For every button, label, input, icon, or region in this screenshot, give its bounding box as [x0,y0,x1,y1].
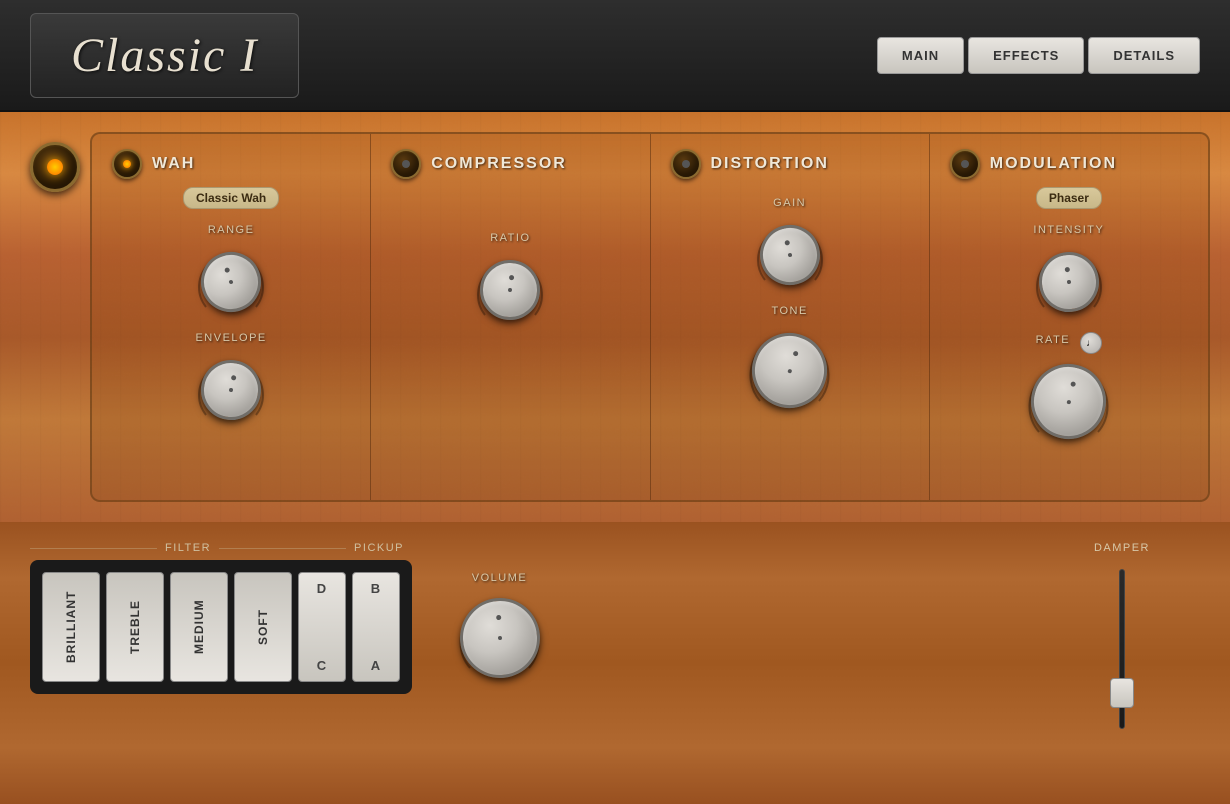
compressor-title: COMPRESSOR [431,155,567,173]
buttons-panel: BRILLIANT TREBLE MEDIUM SOFT D C B A [30,560,412,694]
modulation-intensity-knob-wrap [1029,242,1109,322]
compressor-ratio-label: RATIO [490,232,530,244]
filter-brilliant-button[interactable]: BRILLIANT [42,572,100,682]
bottom-area: FILTER PICKUP BRILLIANT TREBLE MEDIUM SO… [0,522,1230,804]
modulation-rate-label: RATE [1036,334,1071,346]
volume-section: VOLUME [452,572,547,685]
filter-left-line [30,548,157,549]
pickup-ba-button[interactable]: B A [352,572,400,682]
modulation-preset-label[interactable]: Phaser [1036,187,1102,209]
main-effects-area: WAH Classic Wah RANGE ENVELOPE [0,112,1230,522]
wah-header: WAH [112,149,350,179]
modulation-power-button[interactable] [950,149,980,179]
nav-details-button[interactable]: DETAILS [1088,37,1200,74]
nav-buttons: MAIN EFFECTS DETAILS [877,37,1200,74]
modulation-sync-icon[interactable]: ♩ [1080,332,1102,354]
filter-label-text: FILTER [157,542,219,554]
pickup-ba-bottom: A [371,658,381,673]
pickup-dc-top: D [317,581,327,596]
modulation-rate-knob-wrap [1021,354,1116,449]
wah-power-button[interactable] [112,149,142,179]
filter-pickup-section: FILTER PICKUP BRILLIANT TREBLE MEDIUM SO… [30,542,412,694]
distortion-gain-knob-wrap [750,215,830,295]
filter-medium-button[interactable]: MEDIUM [170,572,228,682]
header: Classic I MAIN EFFECTS DETAILS [0,0,1230,112]
distortion-tone-container: TONE [742,305,837,418]
wah-section: WAH Classic Wah RANGE ENVELOPE [92,134,371,500]
modulation-section: MODULATION Phaser INTENSITY RATE [930,134,1208,500]
volume-knob-wrap [452,590,547,685]
damper-thumb[interactable] [1110,678,1134,708]
pickup-label-text: PICKUP [346,542,412,554]
wah-title: WAH [152,155,195,173]
compressor-power-button[interactable] [391,149,421,179]
distortion-title: DISTORTION [711,155,829,173]
damper-section: DAMPER [1094,542,1150,729]
title-box: Classic I [30,13,299,98]
wah-preset-label[interactable]: Classic Wah [183,187,279,209]
compressor-section: COMPRESSOR RATIO [371,134,650,500]
distortion-gain-container: GAIN [750,197,830,295]
distortion-tone-label: TONE [771,305,807,317]
filter-soft-button[interactable]: SOFT [234,572,292,682]
modulation-rate-container: RATE ♩ [1021,332,1116,449]
effects-panel: WAH Classic Wah RANGE ENVELOPE [90,132,1210,502]
modulation-intensity-container: INTENSITY [1029,224,1109,322]
pickup-dc-bottom: C [317,658,327,673]
app-title: Classic I [71,29,258,82]
modulation-intensity-label: INTENSITY [1033,224,1104,236]
modulation-title: MODULATION [990,155,1117,173]
global-power-button[interactable] [30,142,80,192]
pickup-ba-top: B [371,581,381,596]
nav-effects-button[interactable]: EFFECTS [968,37,1084,74]
wah-range-container: RANGE [191,224,271,322]
distortion-power-button[interactable] [671,149,701,179]
compressor-header: COMPRESSOR [391,149,629,179]
wah-range-knob-wrap [191,242,271,322]
filter-right-line [219,548,346,549]
damper-track [1119,569,1125,729]
wah-envelope-knob-wrap [191,350,271,430]
modulation-header: MODULATION [950,149,1188,179]
wah-envelope-container: ENVELOPE [191,332,271,430]
compressor-ratio-container: RATIO [470,232,550,330]
volume-label: VOLUME [472,572,527,584]
wah-envelope-label: ENVELOPE [195,332,266,344]
distortion-header: DISTORTION [671,149,909,179]
distortion-tone-knob-wrap [742,323,837,418]
nav-main-button[interactable]: MAIN [877,37,964,74]
distortion-gain-label: GAIN [773,197,806,209]
filter-pickup-label-row: FILTER PICKUP [30,542,412,554]
pickup-dc-button[interactable]: D C [298,572,346,682]
damper-label: DAMPER [1094,542,1150,554]
global-power-container [30,142,80,192]
filter-treble-button[interactable]: TREBLE [106,572,164,682]
modulation-rate-label-row: RATE ♩ [1036,332,1103,354]
distortion-section: DISTORTION GAIN TONE [651,134,930,500]
compressor-ratio-knob-wrap [470,250,550,330]
wah-range-label: RANGE [208,224,255,236]
